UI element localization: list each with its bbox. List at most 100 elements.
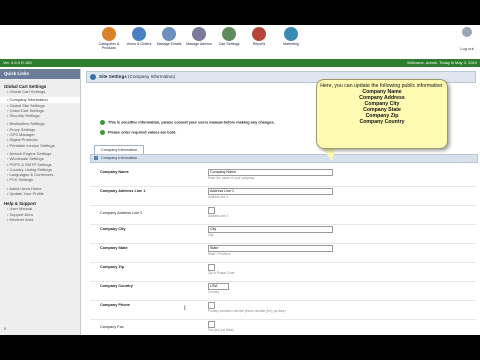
sidebar-item-label: POP3 & SMTP Settings [9, 161, 52, 167]
form-row-company-zip: Company Zip Zip or Postal Code [90, 262, 476, 282]
toolbar-label: Manage Admins [186, 42, 212, 46]
info-icon [100, 130, 105, 135]
sidebar-item-label: FCK Settings [9, 177, 34, 183]
sidebar-heading: Quick Links [0, 69, 80, 79]
sidebar-item-label: Country Listing Settings [9, 166, 52, 172]
field-label: Company Zip [100, 265, 125, 269]
field-label: Company Phone [100, 303, 130, 307]
field-hint: Fax (tel) (no links) [208, 328, 234, 332]
sidebar-item-label: Support Area [9, 211, 33, 217]
sidebar-item-label: User Manual [9, 206, 33, 212]
sidebar-footer-mark: 8 [4, 326, 7, 331]
sidebar-item-label: Admin Area Home [9, 185, 42, 191]
notice-sensitive: This is sensitive information, please co… [100, 120, 275, 125]
sidebar-list: Global Cart Settings › Global Cart Settin… [0, 82, 80, 222]
toolbar-users-and-orders-button[interactable]: Users & Orders [122, 27, 156, 46]
sidebar-item-label: Global Cart Settings [9, 89, 46, 94]
toolbar-label: Users & Orders [126, 42, 152, 46]
manage-admins-icon [192, 27, 206, 41]
page-title-main: Site Settings [99, 74, 127, 79]
field-hint: Primary customer service phone number (t… [208, 309, 286, 313]
company-address-line-1-input[interactable]: Address Line 1 [208, 188, 333, 195]
info-callout: Here, you can update the following publi… [316, 79, 448, 149]
logout-button[interactable]: Log out [458, 27, 476, 55]
admin-screen: Categories & Products Users & Orders Manag… [0, 25, 480, 335]
manage-emails-icon [162, 27, 176, 41]
field-label: Company City [100, 227, 126, 231]
field-hint: Address line 1 [208, 195, 229, 199]
toolbar-cart-settings-button[interactable]: Cart Settings [212, 27, 246, 46]
form-row-company-fax: Company Fax Fax (tel) (no links) [90, 319, 476, 335]
sidebar-item-label: Update Your Profile [9, 191, 44, 197]
sidebar-item-label: Security Settings [9, 113, 40, 119]
form-row-company-name: Company Name Company Name Enter the name o… [90, 167, 476, 187]
notice-required-text: Please enter required values are bold. [108, 130, 177, 135]
toolbar-manage-emails-button[interactable]: Manage Emails [152, 27, 186, 46]
sidebar-item-label: Global Site Settings [9, 102, 45, 108]
cart-settings-icon [222, 27, 236, 41]
field-label: Company Address Line 1 [100, 189, 146, 193]
reports-icon [252, 27, 266, 41]
toolbar-reports-button[interactable]: Reports [242, 27, 276, 46]
company-fax-input[interactable] [208, 321, 215, 328]
tab-company-information[interactable]: Company Information [94, 145, 145, 154]
field-hint: Zip or Postal Code [208, 271, 235, 275]
company-address-line-2-input[interactable] [208, 207, 215, 214]
company-name-input[interactable]: Company Name [208, 169, 333, 176]
version-label: Ver. 3.6.0 R.160 [3, 60, 32, 65]
form-row-company-city: Company City City City [90, 224, 476, 244]
sidebar-item-label: Printable Invoice Settings [9, 142, 55, 148]
callout-field: Company Country [359, 119, 405, 125]
toolbar-label: Marketing [283, 42, 299, 46]
company-city-input[interactable]: City [208, 226, 333, 233]
page-title: Site Settings (Company Information) [99, 72, 175, 82]
field-hint: State / Province [208, 252, 231, 256]
sidebar-item-label: GPS Manager [9, 132, 35, 138]
page-title-sub: (Company Information) [128, 74, 176, 79]
sidebar-item-member-area[interactable]: › Member Area [0, 217, 80, 222]
field-hint: Enter the name of your company [208, 176, 255, 180]
sidebar-item-label: Bestsellers Settings [9, 121, 45, 127]
field-label: Company Country [100, 284, 133, 288]
sidebar-section-title: Global Cart Settings [4, 84, 47, 89]
info-icon [100, 120, 105, 125]
sidebar-item-label: Member Area [9, 216, 34, 222]
section-marker-icon [94, 156, 98, 160]
field-label: Company Fax [100, 325, 124, 329]
form-row-company-address-line-1: Company Address Line 1 Address Line 1 Addr… [90, 186, 476, 206]
sidebar-item-label: Wholesale Settings [9, 156, 44, 162]
field-hint: Country [208, 290, 220, 294]
video-frame: Categories & Products Users & Orders Manag… [0, 0, 480, 360]
sidebar-item-label: Order/Cart Settings [9, 107, 44, 113]
form-row-company-state: Company State State State / Province [90, 243, 476, 263]
categories-and-products-icon [102, 27, 116, 41]
toolbar-label: Categories & Products [98, 42, 120, 50]
form-row-company-address-line-2: Company Address Line 2 Address line 2 [90, 205, 476, 225]
field-label: Company State [100, 246, 128, 250]
mouse-cursor-icon: I [184, 306, 186, 312]
sidebar: Quick Links Global Cart Settings › Global… [0, 69, 81, 335]
sidebar-item-label: Languages & Currencies [9, 172, 54, 178]
company-zip-input[interactable] [208, 264, 215, 271]
section-header: Company Information [90, 154, 478, 163]
logout-label: Log out [460, 46, 474, 51]
notice-sensitive-text: This is sensitive information, please co… [108, 120, 275, 125]
welcome-message: Welcome, Admin. Today is May 3, 2010 [407, 60, 477, 65]
notice-required: Please enter required values are bold. [100, 130, 176, 135]
company-state-input[interactable]: State [208, 245, 333, 252]
company-country-input[interactable]: USA [208, 283, 229, 290]
sidebar-item-label: Digital Products [9, 137, 38, 143]
toolbar-categories-and-products-button[interactable]: Categories & Products [92, 27, 126, 50]
toolbar-label: Manage Emails [156, 42, 182, 46]
toolbar-manage-admins-button[interactable]: Manage Admins [182, 27, 216, 46]
sidebar-item-label: Company Information [9, 97, 48, 103]
sidebar-item-label: Search Engine Settings [9, 150, 52, 156]
toolbar-label: Cart Settings [218, 42, 240, 46]
callout-field-list: Company Name Company Address Company City C… [317, 89, 447, 125]
toolbar-marketing-button[interactable]: Marketing [274, 27, 308, 46]
status-bar: Ver. 3.6.0 R.160 Welcome, Admin. Today i… [0, 59, 480, 67]
logout-icon [462, 27, 472, 37]
sidebar-item-update-your-profile[interactable]: › Update Your Profile [0, 191, 80, 196]
company-phone-input[interactable] [208, 302, 215, 309]
marketing-icon [284, 27, 298, 41]
